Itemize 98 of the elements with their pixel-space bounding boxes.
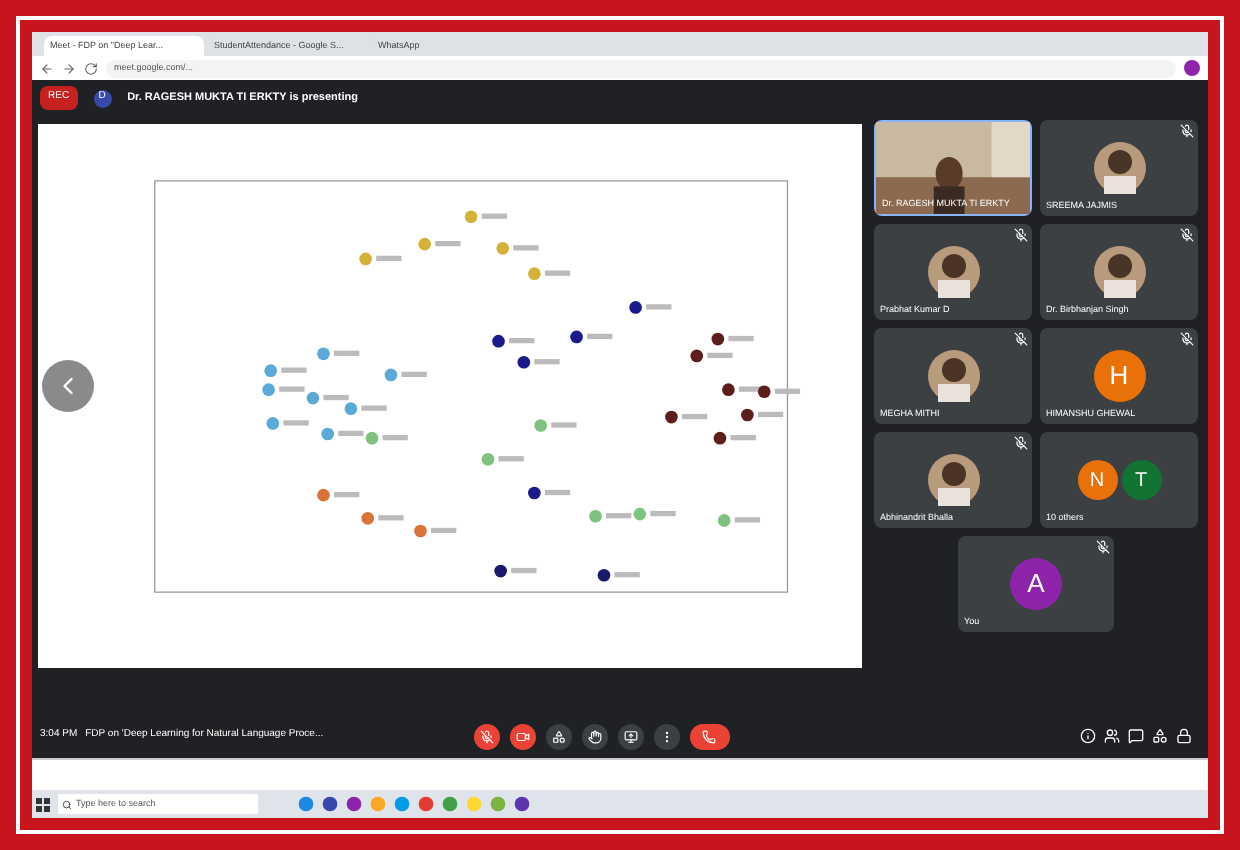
camera-icon [515, 729, 530, 743]
avatar: T [1121, 460, 1161, 500]
raise-hand-button[interactable] [581, 723, 608, 749]
data-point [464, 210, 478, 224]
point-label-mark [650, 510, 676, 517]
data-point [344, 402, 358, 415]
data-point [757, 385, 771, 399]
previous-button[interactable] [42, 360, 94, 412]
avatar: H [1093, 350, 1145, 402]
profile-avatar[interactable] [1184, 60, 1200, 76]
data-point [496, 242, 510, 255]
point-label-mark [509, 338, 535, 344]
point-label-mark [378, 515, 404, 521]
chat-icon[interactable] [1128, 728, 1144, 744]
point-label-mark [728, 335, 754, 342]
data-point [414, 524, 427, 538]
mic-off-button[interactable] [473, 723, 500, 749]
data-point [517, 355, 531, 369]
point-label-mark [431, 527, 457, 534]
data-point [264, 364, 278, 377]
data-point [629, 301, 642, 314]
point-label-mark [606, 513, 632, 519]
point-label-mark [376, 255, 402, 261]
point-label-mark [338, 430, 364, 437]
data-point [570, 330, 583, 344]
point-label-mark [401, 371, 427, 377]
point-label-mark [283, 420, 309, 426]
point-label-mark [361, 405, 387, 411]
data-point [722, 383, 735, 396]
point-label-mark [382, 435, 408, 441]
windows-start-icon[interactable] [36, 797, 50, 811]
data-point [589, 509, 602, 523]
data-point [597, 568, 611, 582]
data-point [306, 391, 320, 405]
point-label-mark [334, 350, 360, 356]
data-point [359, 252, 372, 266]
leave-call-button[interactable] [689, 723, 730, 749]
data-point [492, 334, 505, 348]
avatar: N [1077, 460, 1117, 500]
phone-icon [702, 729, 717, 743]
data-point [365, 431, 379, 445]
point-label-mark [587, 333, 613, 340]
mic-off-icon [479, 729, 494, 743]
point-label-mark [513, 245, 539, 251]
search-icon [62, 799, 72, 809]
point-label-mark [734, 517, 761, 523]
point-label-mark [544, 489, 571, 496]
data-point [418, 237, 431, 251]
point-label-mark [323, 394, 349, 401]
point-label-mark [281, 367, 307, 373]
point-label-mark [646, 304, 672, 310]
data-point [317, 488, 330, 502]
data-point [361, 512, 375, 525]
data-point [266, 417, 280, 430]
data-point [713, 431, 727, 445]
point-label-mark [534, 359, 560, 365]
data-point [717, 514, 731, 527]
point-label-mark [551, 422, 577, 428]
data-point [528, 486, 541, 500]
back-icon[interactable] [40, 61, 54, 75]
data-point [528, 267, 541, 280]
point-label-mark [730, 435, 756, 441]
lock-icon[interactable] [1176, 728, 1192, 744]
hand-icon [587, 729, 602, 743]
point-label-mark [435, 241, 461, 247]
point-label-mark [774, 388, 801, 394]
point-label-mark [511, 567, 537, 574]
point-label-mark [544, 270, 571, 276]
point-label-mark [481, 213, 507, 219]
data-point [321, 427, 334, 441]
point-label-mark [682, 413, 708, 420]
data-point [262, 383, 275, 396]
info-icon[interactable] [1080, 728, 1096, 744]
data-point [534, 419, 547, 432]
point-label-mark [498, 456, 524, 462]
shapes-icon [551, 729, 566, 743]
forward-icon[interactable] [62, 61, 76, 75]
people-icon[interactable] [1104, 728, 1120, 744]
data-point [741, 408, 754, 422]
point-label-mark [334, 491, 360, 498]
data-point [494, 564, 507, 578]
camera-off-button[interactable] [509, 723, 536, 749]
present-screen-icon [623, 729, 638, 743]
data-point [481, 452, 495, 466]
data-point [711, 332, 725, 346]
data-point [690, 349, 704, 363]
point-label-mark [614, 572, 640, 578]
present-button[interactable] [617, 723, 644, 749]
point-label-mark [707, 352, 733, 359]
avatar: A [1010, 558, 1062, 610]
data-point [384, 368, 398, 382]
point-label-mark [757, 411, 784, 418]
data-point [633, 507, 647, 521]
point-label-mark [279, 386, 305, 392]
data-point [665, 410, 678, 424]
reload-icon[interactable] [84, 61, 98, 75]
activities-icon[interactable] [1152, 728, 1168, 744]
data-point [317, 347, 330, 361]
